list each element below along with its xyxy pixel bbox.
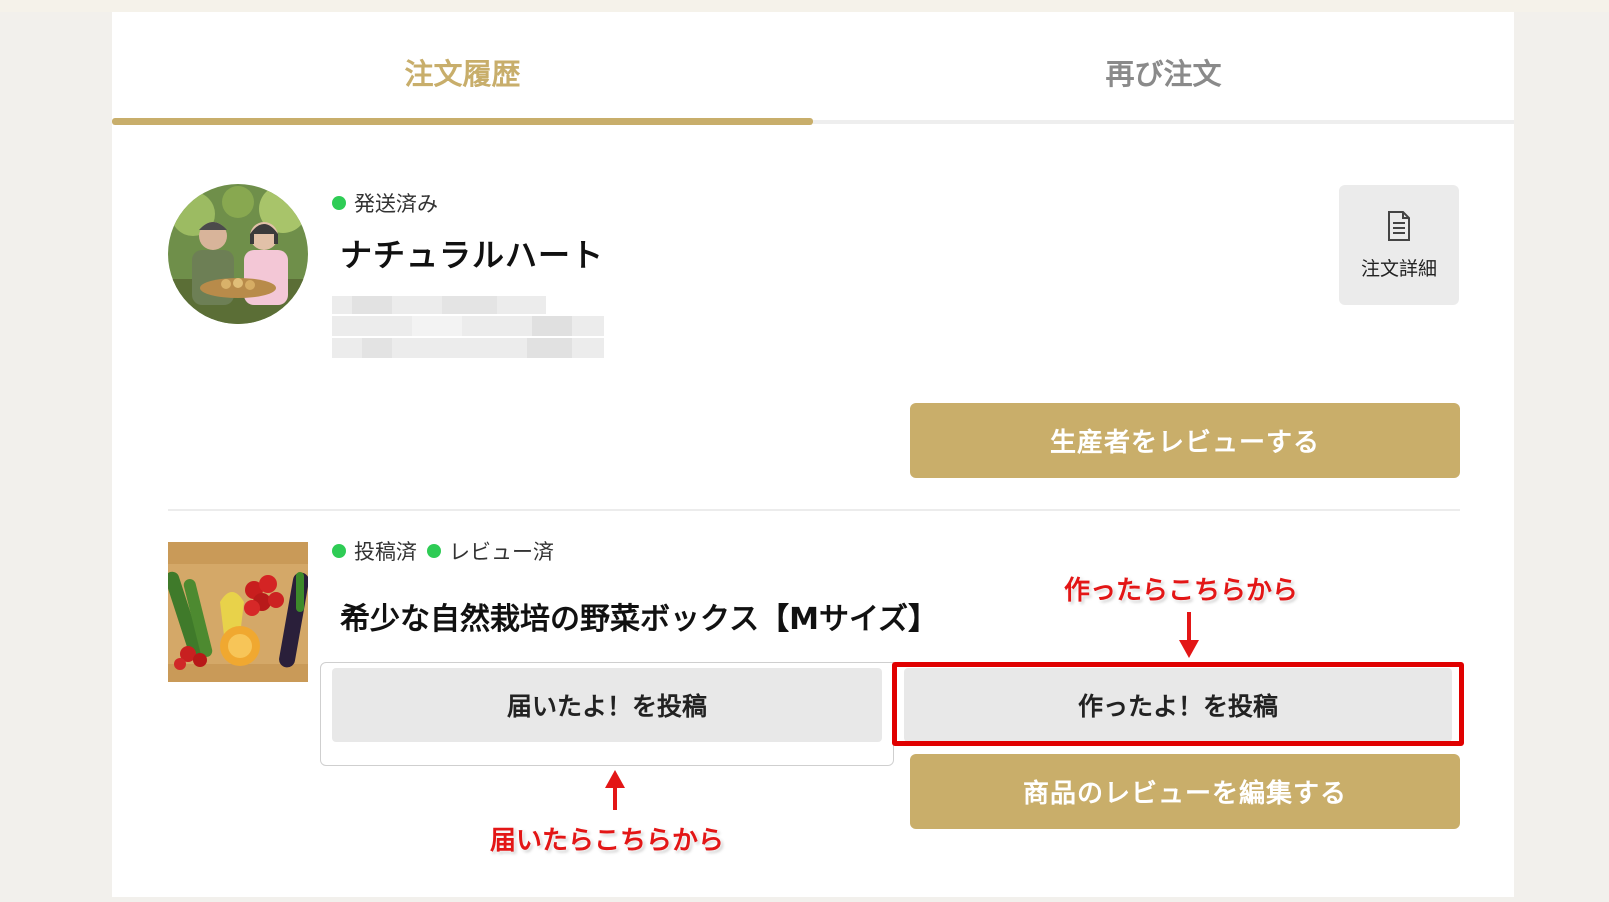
status-dot <box>332 544 346 558</box>
tab-order-history[interactable]: 注文履歴 <box>112 12 813 132</box>
page-top-strip <box>0 0 1609 12</box>
producer-name: ナチュラルハート <box>340 236 605 274</box>
order-history-panel: 注文履歴 再び注文 発送済み ナチュラルハート 注文詳細 生産者をレビューする … <box>112 12 1514 897</box>
reviewed-status-label: レビュー済 <box>449 540 554 564</box>
edit-review-button[interactable]: 商品のレビューを編集する <box>910 754 1460 829</box>
section-divider <box>168 509 1460 511</box>
document-icon <box>1386 210 1412 246</box>
order-status: 発送済み <box>332 188 438 218</box>
order-detail-label: 注文詳細 <box>1360 257 1437 280</box>
posted-status-label: 投稿済 <box>354 540 417 564</box>
arrow-up-icon <box>605 770 625 810</box>
product-statuses: 投稿済 レビュー済 <box>332 536 554 566</box>
review-producer-button[interactable]: 生産者をレビューする <box>910 403 1460 478</box>
producer-avatar <box>168 184 308 324</box>
annotation-made: 作ったらこちらから <box>1064 576 1299 606</box>
order-status-label: 発送済み <box>354 192 438 216</box>
tab-divider <box>813 120 1514 124</box>
status-dot <box>332 196 346 210</box>
active-tab-indicator <box>112 118 813 125</box>
product-image <box>168 542 308 682</box>
arrow-down-icon <box>1179 612 1199 658</box>
post-delivered-button[interactable]: 届いたよ！を投稿 <box>332 668 882 742</box>
order-detail-button[interactable]: 注文詳細 <box>1339 185 1459 305</box>
tab-reorder[interactable]: 再び注文 <box>813 12 1514 132</box>
highlight-box <box>892 662 1464 746</box>
status-dot <box>427 544 441 558</box>
annotation-delivered: 届いたらこちらから <box>490 826 725 856</box>
product-name: 希少な自然栽培の野菜ボックス【Mサイズ】 <box>340 602 939 637</box>
